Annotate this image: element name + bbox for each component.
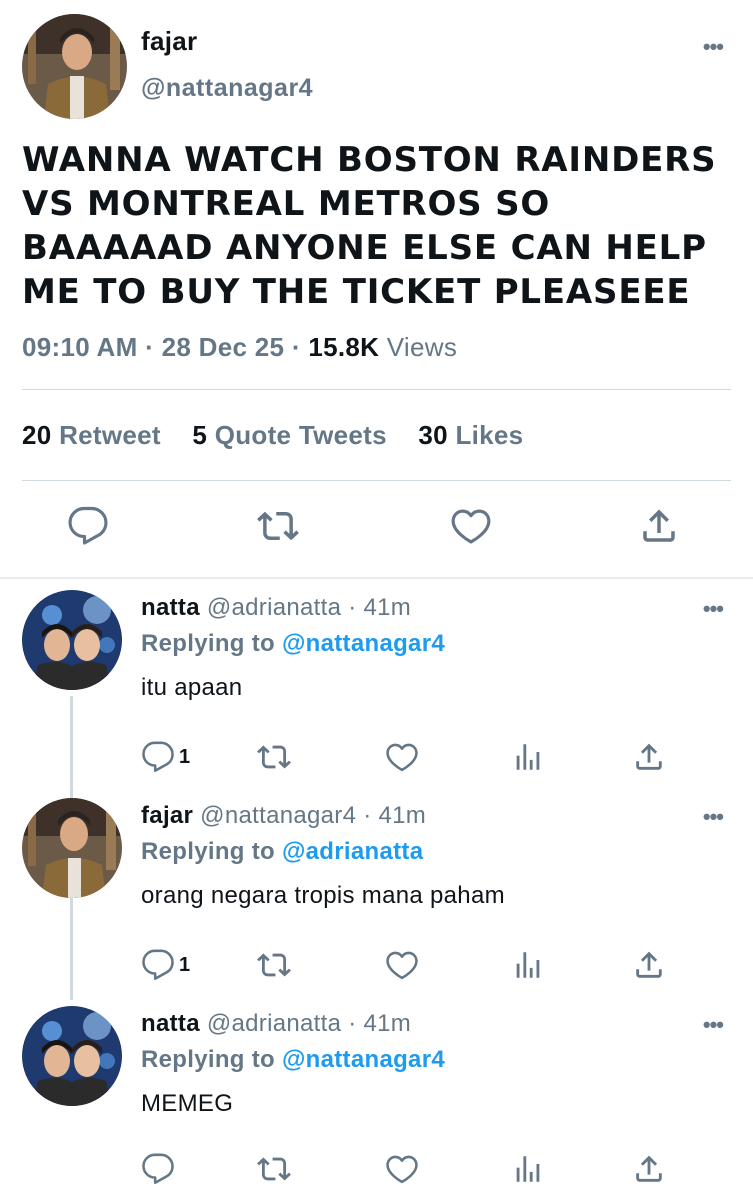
divider [22, 480, 731, 481]
retweet-icon[interactable] [257, 505, 301, 555]
dot-separator: · [348, 594, 364, 621]
reply-header: natta @adrianatta · 41m [141, 1010, 411, 1038]
views-icon[interactable] [511, 1152, 545, 1188]
main-tweet: fajar @nattanagar4 ••• WANNA WATCH BOSTO… [0, 0, 753, 578]
like-icon[interactable] [385, 740, 419, 776]
replying-to-link[interactable]: @adrianatta [282, 838, 423, 865]
user-handle[interactable]: @nattanagar4 [141, 74, 313, 103]
dot-separator: · [363, 802, 379, 829]
views-label: Views [386, 332, 458, 362]
more-options-icon[interactable]: ••• [703, 806, 724, 828]
display-name[interactable]: fajar [141, 26, 197, 57]
replying-to-link[interactable]: @nattanagar4 [282, 1046, 445, 1073]
dot-separator: · [348, 1010, 364, 1037]
reply-header: natta @adrianatta · 41m [141, 594, 411, 622]
replying-prefix: Replying to [141, 1046, 275, 1073]
replying-to: Replying to @adrianatta [141, 838, 423, 866]
share-icon[interactable] [638, 505, 682, 555]
reply-icon[interactable] [67, 505, 111, 555]
reply-count: 1 [179, 954, 191, 976]
tweet-date[interactable]: 28 Dec 25 [162, 332, 285, 362]
retweet-label: Retweet [59, 420, 161, 450]
likes-label: Likes [455, 420, 524, 450]
user-handle[interactable]: @nattanagar4 [200, 802, 356, 829]
display-name[interactable]: natta [141, 1010, 200, 1037]
likes-stat[interactable]: 30 Likes [418, 420, 523, 450]
reply-tweet[interactable]: natta @adrianatta · 41m ••• Replying to … [0, 590, 753, 996]
display-name[interactable]: fajar [141, 802, 193, 829]
replying-prefix: Replying to [141, 838, 275, 865]
quote-count: 5 [192, 420, 208, 450]
reply-icon[interactable] [141, 1152, 201, 1188]
likes-count: 30 [418, 420, 448, 450]
reply-actions: 1 [0, 948, 753, 984]
reply-text: itu apaan [141, 674, 243, 701]
more-options-icon[interactable]: ••• [703, 598, 724, 620]
retweet-stat[interactable]: 20 Retweet [22, 420, 161, 450]
retweet-icon[interactable] [257, 1152, 291, 1188]
meta-separator: · [145, 332, 162, 362]
reply-actions: 1 [0, 740, 753, 776]
share-icon[interactable] [632, 740, 666, 776]
retweet-icon[interactable] [257, 948, 291, 984]
tweet-stats: 20 Retweet 5 Quote Tweets 30 Likes [22, 420, 547, 451]
user-handle[interactable]: @adrianatta [207, 594, 341, 621]
replying-to-link[interactable]: @nattanagar4 [282, 630, 445, 657]
section-separator [0, 577, 753, 579]
replying-to: Replying to @nattanagar4 [141, 1046, 445, 1074]
like-icon[interactable] [385, 948, 419, 984]
retweet-count: 20 [22, 420, 52, 450]
reply-time[interactable]: 41m [378, 802, 426, 829]
more-options-icon[interactable]: ••• [703, 1014, 724, 1036]
quote-stat[interactable]: 5 Quote Tweets [192, 420, 386, 450]
share-icon[interactable] [632, 948, 666, 984]
reply-text: orang negara tropis mana paham [141, 882, 505, 909]
reply-tweet[interactable]: fajar @nattanagar4 · 41m ••• Replying to… [0, 798, 753, 1000]
reply-icon[interactable]: 1 [141, 740, 201, 776]
reply-header: fajar @nattanagar4 · 41m [141, 802, 426, 830]
reply-actions [0, 1152, 753, 1188]
reply-icon[interactable]: 1 [141, 948, 201, 984]
avatar[interactable] [22, 798, 122, 898]
tweet-actions [0, 505, 753, 555]
reply-tweet[interactable]: natta @adrianatta · 41m ••• Replying to … [0, 1006, 753, 1200]
reply-count: 1 [179, 746, 191, 768]
more-options-icon[interactable]: ••• [703, 36, 724, 58]
share-icon[interactable] [632, 1152, 666, 1188]
tweet-text: WANNA WATCH BOSTON RAINDERS VS MONTREAL … [22, 140, 717, 312]
avatar[interactable] [22, 14, 127, 119]
avatar[interactable] [22, 590, 122, 690]
reply-text: MEMEG [141, 1090, 234, 1117]
reply-time[interactable]: 41m [363, 1010, 411, 1037]
user-handle[interactable]: @adrianatta [207, 1010, 341, 1037]
retweet-icon[interactable] [257, 740, 291, 776]
meta-separator: · [291, 332, 309, 362]
views-count: 15.8K [308, 332, 380, 362]
tweet-time[interactable]: 09:10 AM [22, 332, 138, 362]
like-icon[interactable] [450, 505, 494, 555]
views-icon[interactable] [511, 740, 545, 776]
reply-time[interactable]: 41m [363, 594, 411, 621]
tweet-meta: 09:10 AM · 28 Dec 25 · 15.8K Views [22, 332, 457, 363]
display-name[interactable]: natta [141, 594, 200, 621]
quote-label: Quote Tweets [214, 420, 387, 450]
replying-prefix: Replying to [141, 630, 275, 657]
avatar[interactable] [22, 1006, 122, 1106]
like-icon[interactable] [385, 1152, 419, 1188]
divider [22, 389, 731, 390]
replying-to: Replying to @nattanagar4 [141, 630, 445, 658]
views-icon[interactable] [511, 948, 545, 984]
